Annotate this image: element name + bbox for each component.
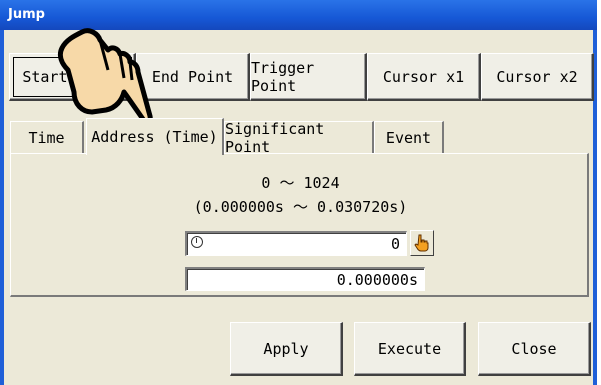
hand-pointer-icon [414, 234, 429, 252]
tab-panel: 0 ～ 1024 (0.000000s ～ 0.030720s) 0 0.000… [10, 153, 589, 297]
start-point-label: Start Point [22, 67, 122, 86]
window-title: Jump [8, 7, 45, 22]
tab-significant-point[interactable]: Significant Point [224, 120, 374, 156]
time-range-text: (0.000000s ～ 0.030720s) [193, 198, 408, 216]
address-input[interactable]: 0 [185, 231, 407, 256]
dial-icon [191, 236, 203, 248]
tab-event[interactable]: Event [374, 121, 444, 154]
close-label: Close [511, 339, 557, 358]
title-bar[interactable]: Jump [0, 0, 597, 30]
tab-significant-point-label: Significant Point [225, 120, 325, 156]
end-point-label: End Point [151, 67, 234, 86]
apply-button[interactable]: Apply [230, 322, 343, 376]
apply-label: Apply [263, 339, 309, 358]
pick-pointer-button[interactable] [410, 230, 434, 256]
execute-label: Execute [377, 339, 442, 358]
close-button[interactable]: Close [478, 322, 591, 376]
tab-address-time[interactable]: Address (Time) [86, 118, 224, 155]
dialog-body: Start Point End Point Trigger Point Curs… [4, 30, 594, 385]
tab-event-label: Event [385, 129, 432, 147]
address-value: 0 [390, 235, 400, 253]
tab-address-time-label: Address (Time) [91, 128, 218, 146]
trigger-point-label: Trigger Point [251, 58, 315, 95]
time-input[interactable]: 0.000000s [185, 267, 425, 291]
cursor-x1-label: Cursor x1 [382, 67, 465, 86]
tab-time-label: Time [28, 129, 65, 147]
end-point-button[interactable]: End Point [136, 53, 250, 101]
cursor-x2-button[interactable]: Cursor x2 [481, 53, 594, 101]
jump-dialog: Jump Start Point End Point Trigger Point… [0, 0, 597, 385]
time-value: 0.000000s [336, 271, 418, 289]
tab-time[interactable]: Time [10, 121, 84, 154]
trigger-point-button[interactable]: Trigger Point [250, 53, 367, 101]
cursor-x1-button[interactable]: Cursor x1 [367, 53, 481, 101]
start-point-button[interactable]: Start Point [9, 53, 136, 101]
execute-button[interactable]: Execute [354, 322, 466, 376]
address-range-text: 0 ～ 1024 [261, 174, 340, 192]
cursor-x2-label: Cursor x2 [496, 67, 578, 86]
